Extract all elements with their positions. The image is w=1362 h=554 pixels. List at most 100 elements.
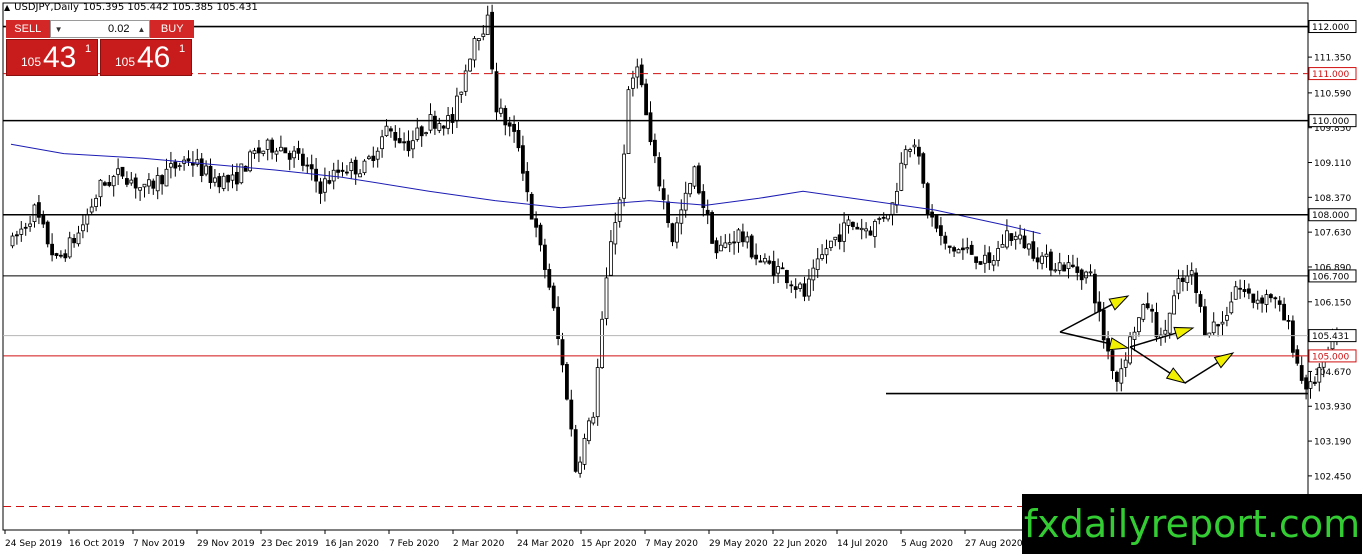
candle-body [476, 38, 481, 42]
x-tick-label: 16 Jan 2020 [325, 539, 379, 549]
buy-button[interactable]: BUY [150, 20, 194, 38]
candle-body [631, 77, 635, 89]
candle-body [19, 228, 24, 235]
candle-body [410, 140, 415, 150]
candle-body [745, 236, 750, 243]
candle-body [177, 165, 182, 167]
candle-body [1185, 275, 1190, 284]
candle-body [1057, 262, 1062, 271]
y-tick-label: 106.150 [1314, 298, 1351, 308]
candle-body [969, 244, 974, 255]
candle-body [622, 153, 626, 199]
candle-body [419, 126, 424, 137]
candle-body [160, 175, 165, 185]
candle-body [1211, 321, 1216, 334]
buy-price-big: 46 [137, 41, 171, 74]
projection-arrow-head-icon [1213, 352, 1235, 369]
candle-body [1031, 241, 1036, 259]
candle-body [851, 221, 855, 227]
candle-body [283, 147, 288, 154]
candle-body [1251, 293, 1256, 303]
candle-body [776, 266, 780, 274]
candle-body [322, 178, 327, 193]
candle-body [107, 182, 112, 186]
candle-body [1304, 377, 1308, 390]
candle-body [111, 176, 116, 187]
buy-price-sup: 1 [179, 43, 186, 55]
x-tick-label: 5 Aug 2020 [901, 539, 953, 549]
candle-body [692, 166, 697, 187]
candle-body [1137, 317, 1141, 333]
candle-body [886, 214, 890, 220]
candle-body [375, 150, 380, 160]
candle-body [388, 128, 393, 132]
candle-body [688, 183, 692, 195]
candle-body [807, 278, 811, 297]
candle-body [569, 399, 574, 430]
chevron-down-icon[interactable]: ▼ [51, 25, 67, 34]
sell-button[interactable]: SELL [6, 20, 50, 38]
candle-body [415, 127, 420, 140]
candle-body [164, 168, 169, 187]
y-tick-label: 103.930 [1314, 403, 1351, 413]
candle-body [1233, 286, 1238, 300]
candle-body [943, 235, 948, 244]
candle-body [45, 221, 50, 245]
buy-price-prefix: 105 [115, 55, 136, 69]
candle-body [1119, 368, 1124, 384]
candle-body [76, 232, 81, 245]
buy-price-box[interactable]: 105 46 1 [100, 39, 192, 76]
candle-body [89, 206, 94, 213]
candle-body [798, 283, 802, 289]
candle-body [1000, 244, 1005, 248]
candle-body [538, 224, 543, 246]
candle-body [723, 242, 728, 248]
chevron-up-icon[interactable]: ▲ [133, 25, 149, 34]
x-tick-label: 2 Mar 2020 [453, 539, 505, 549]
candle-body [1084, 271, 1088, 279]
candle-body [507, 122, 512, 127]
candle-body [591, 416, 596, 424]
candle-body [173, 161, 178, 169]
lot-size-field[interactable]: ▼ 0.02 ▲ [49, 20, 151, 38]
candle-body [1150, 308, 1154, 312]
candle-body [362, 160, 367, 174]
price-chart: 112.000111.350111.000110.590110.000109.8… [2, 2, 1357, 549]
candle-body [300, 153, 305, 166]
candle-body [344, 171, 349, 174]
candle-body [600, 318, 604, 368]
candle-body [899, 162, 904, 191]
candle-body [1027, 243, 1031, 250]
candle-body [67, 237, 72, 258]
level-label: 111.000 [1312, 70, 1349, 80]
candle-body [1009, 233, 1014, 241]
candle-body [868, 230, 873, 236]
candle-body [556, 306, 560, 339]
collapse-triangle-icon[interactable]: ▲ [4, 3, 10, 12]
x-tick-label: 29 Nov 2019 [197, 539, 255, 549]
ohlc-values: 105.395 105.442 105.385 105.431 [82, 2, 258, 13]
candle-body [833, 236, 838, 241]
candle-body [397, 138, 402, 144]
candle-body [952, 247, 956, 252]
y-tick-label: 102.450 [1314, 472, 1351, 482]
candle-body [494, 71, 499, 113]
candle-body [635, 66, 640, 78]
candle-body [1053, 269, 1058, 272]
candle-body [1260, 297, 1264, 304]
candle-body [719, 244, 723, 252]
candle-body [793, 286, 798, 290]
level-label: 105.431 [1312, 332, 1349, 342]
candle-body [961, 247, 965, 251]
candle-body [683, 192, 688, 211]
candle-body [437, 123, 442, 131]
candle-body [939, 225, 943, 236]
candle-body [1049, 251, 1053, 271]
candle-body [168, 163, 173, 168]
lot-value[interactable]: 0.02 [67, 23, 134, 35]
candle-body [498, 107, 503, 114]
candle-body [98, 179, 103, 198]
candle-body [1044, 253, 1049, 258]
sell-price-box[interactable]: 105 43 1 [6, 39, 98, 76]
candle-body [441, 125, 446, 129]
